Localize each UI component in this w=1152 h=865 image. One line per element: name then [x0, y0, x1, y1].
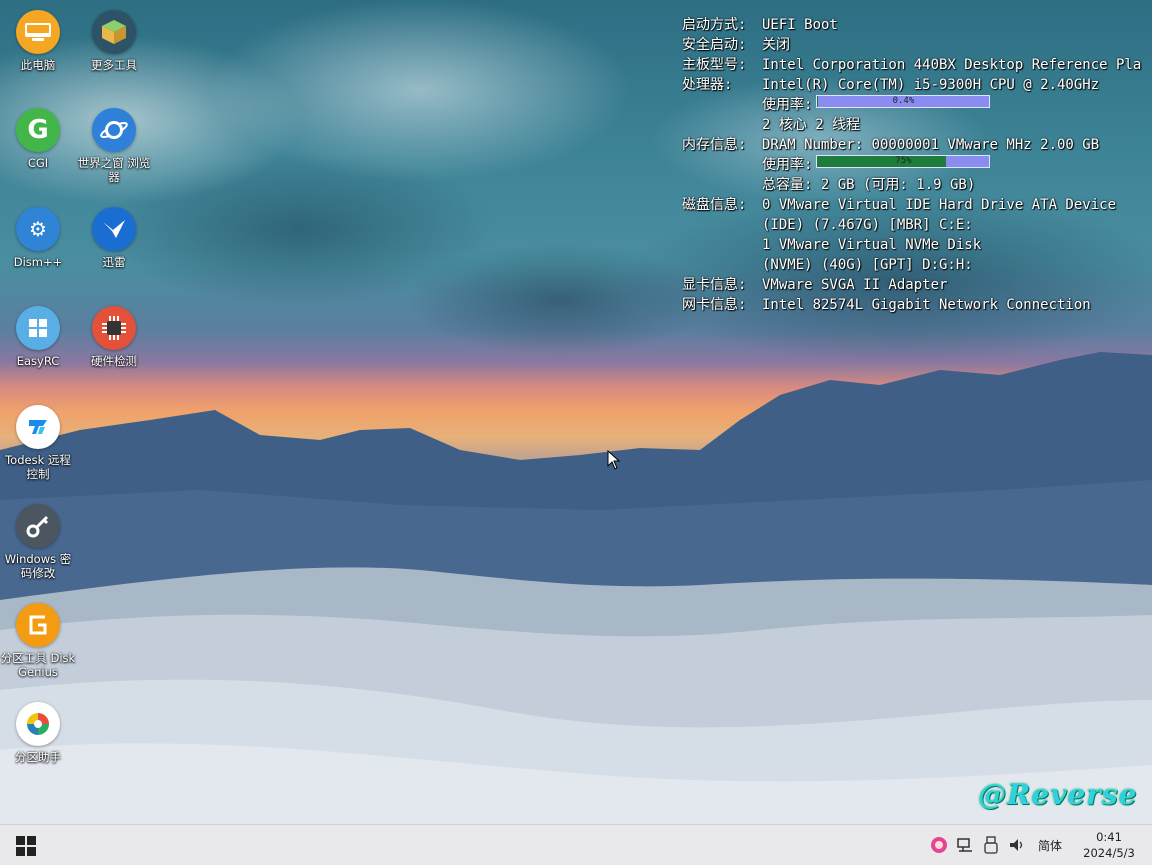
computer-icon: [16, 10, 60, 54]
desktop-icon-label: 世界之窗 浏览器: [77, 156, 151, 184]
disk-line: (NVME) (40G) [GPT] D:G:H:: [762, 257, 973, 273]
box-icon: [92, 10, 136, 54]
network-icon[interactable]: [954, 834, 976, 856]
desktop-icon-label: 硬件检测: [91, 354, 137, 368]
desktop-icon-label: 分区工具 DiskGenius: [0, 651, 76, 679]
browser-icon: [92, 108, 136, 152]
boot-mode-label: 启动方式:: [682, 17, 747, 33]
desktop-icon-dism[interactable]: ⚙ Dism++: [0, 207, 76, 269]
clock[interactable]: 0:41 2024/5/3: [1070, 829, 1148, 861]
start-button[interactable]: [6, 831, 46, 861]
desktop-icon-label: EasyRC: [16, 354, 60, 368]
desktop-icon-label: 分区助手: [15, 750, 61, 764]
disk-line: 1 VMware Virtual NVMe Disk: [762, 237, 982, 253]
motherboard-label: 主板型号:: [682, 57, 747, 73]
desktop-icon-cgi[interactable]: G CGI: [0, 108, 76, 170]
desktop-icon-diskgenius[interactable]: 分区工具 DiskGenius: [0, 603, 76, 679]
disk-row-2: 1 VMware Virtual NVMe Disk: [682, 235, 1142, 255]
disk-label: 磁盘信息:: [682, 197, 747, 213]
app-tray-icon[interactable]: [928, 834, 950, 856]
cgi-icon: G: [16, 108, 60, 152]
windows-start-icon: [16, 836, 36, 856]
motherboard-value: Intel Corporation 440BX Desktop Referenc…: [762, 57, 1142, 73]
usb-icon[interactable]: [980, 834, 1002, 856]
boot-mode-row: 启动方式: UEFI Boot: [682, 15, 1142, 35]
cpu-cores: 2 核心 2 线程: [762, 117, 861, 133]
mem-usage-bar: 75%: [816, 155, 991, 168]
memory-row: 内存信息: DRAM Number: 00000001 VMware MHz 2…: [682, 135, 1142, 155]
gpu-row: 显卡信息: VMware SVGA II Adapter: [682, 275, 1142, 295]
volume-icon[interactable]: [1006, 834, 1028, 856]
desktop-icon-theworld-browser[interactable]: 世界之窗 浏览器: [76, 108, 152, 184]
gpu-value: VMware SVGA II Adapter: [762, 277, 948, 293]
taskbar: 简体 0:41 2024/5/3: [0, 824, 1152, 865]
mem-total-row: 总容量: 2 GB (可用: 1.9 GB): [682, 175, 1142, 195]
desktop-icon-hardware-check[interactable]: 硬件检测: [76, 306, 152, 368]
motherboard-row: 主板型号: Intel Corporation 440BX Desktop Re…: [682, 55, 1142, 75]
secure-boot-label: 安全启动:: [682, 37, 747, 53]
chip-icon: [92, 306, 136, 350]
cpu-row: 处理器: Intel(R) Core(TM) i5-9300H CPU @ 2.…: [682, 75, 1142, 95]
cpu-usage-bar: 0.4%: [816, 95, 991, 108]
mem-usage-label: 使用率:: [762, 157, 813, 173]
desktop-icon-more-tools[interactable]: 更多工具: [76, 10, 152, 72]
disk-row-3: (NVME) (40G) [GPT] D:G:H:: [682, 255, 1142, 275]
gears-icon: ⚙: [16, 207, 60, 251]
desktop-icon-label: 更多工具: [91, 58, 137, 72]
nic-row: 网卡信息: Intel 82574L Gigabit Network Conne…: [682, 295, 1142, 315]
mouse-cursor-icon: [607, 450, 621, 470]
cores-row: 2 核心 2 线程: [682, 115, 1142, 135]
thunder-icon: [92, 207, 136, 251]
memory-total: 总容量: 2 GB (可用: 1.9 GB): [762, 177, 976, 193]
desktop-icon-todesk[interactable]: Todesk 远程控制: [0, 405, 76, 481]
nic-value: Intel 82574L Gigabit Network Connection: [762, 297, 1091, 313]
partition-icon: [16, 702, 60, 746]
ime-indicator[interactable]: 简体: [1038, 837, 1062, 854]
secure-boot-row: 安全启动: 关闭: [682, 35, 1142, 55]
mem-usage-text: 75%: [895, 156, 912, 166]
memory-value: DRAM Number: 00000001 VMware MHz 2.00 GB: [762, 137, 1100, 153]
desktop-icon-label: Todesk 远程控制: [5, 453, 71, 481]
cpu-usage-label: 使用率:: [762, 97, 813, 113]
desktop-icon-label: 迅雷: [102, 255, 126, 269]
cpu-usage-text: 0.4%: [892, 96, 915, 106]
desktop-icon-this-pc[interactable]: 此电脑: [0, 10, 76, 72]
mem-usage-row: 使用率: 75%: [682, 155, 1142, 175]
cpu-label: 处理器:: [682, 77, 733, 93]
desktop-icon-label: CGI: [27, 156, 49, 170]
disk-row-0: 磁盘信息: 0 VMware Virtual IDE Hard Drive AT…: [682, 195, 1142, 215]
desktop-icon-label: Windows 密码修改: [4, 552, 72, 580]
todesk-icon: [16, 405, 60, 449]
desktop-icon-label: 此电脑: [20, 58, 56, 72]
key-icon: [16, 504, 60, 548]
disk-line: (IDE) (7.467G) [MBR] C:E:: [762, 217, 973, 233]
cpu-value: Intel(R) Core(TM) i5-9300H CPU @ 2.40GHz: [762, 77, 1100, 93]
clock-date: 2024/5/3: [1083, 846, 1135, 860]
boot-mode-value: UEFI Boot: [762, 17, 838, 33]
desktop-icon-label: Dism++: [13, 255, 63, 269]
system-tray: 简体 0:41 2024/5/3: [926, 825, 1152, 865]
clock-time: 0:41: [1096, 830, 1122, 844]
desktop-icon-partition-assistant[interactable]: 分区助手: [0, 702, 76, 764]
disk-row-1: (IDE) (7.467G) [MBR] C:E:: [682, 215, 1142, 235]
desktop-icon-windows-password[interactable]: Windows 密码修改: [0, 504, 76, 580]
cpu-usage-row: 使用率: 0.4%: [682, 95, 1142, 115]
desktop-icon-easyrc[interactable]: EasyRC: [0, 306, 76, 368]
diskgenius-icon: [16, 603, 60, 647]
nic-label: 网卡信息:: [682, 297, 747, 313]
secure-boot-value: 关闭: [762, 37, 790, 53]
windows-icon: [16, 306, 60, 350]
watermark: @Reverse: [978, 778, 1138, 811]
system-info-panel: 启动方式: UEFI Boot 安全启动: 关闭 主板型号: Intel Cor…: [682, 15, 1142, 315]
disk-line: 0 VMware Virtual IDE Hard Drive ATA Devi…: [762, 197, 1117, 213]
desktop-icon-thunder[interactable]: 迅雷: [76, 207, 152, 269]
memory-label: 内存信息:: [682, 137, 747, 153]
gpu-label: 显卡信息:: [682, 277, 747, 293]
